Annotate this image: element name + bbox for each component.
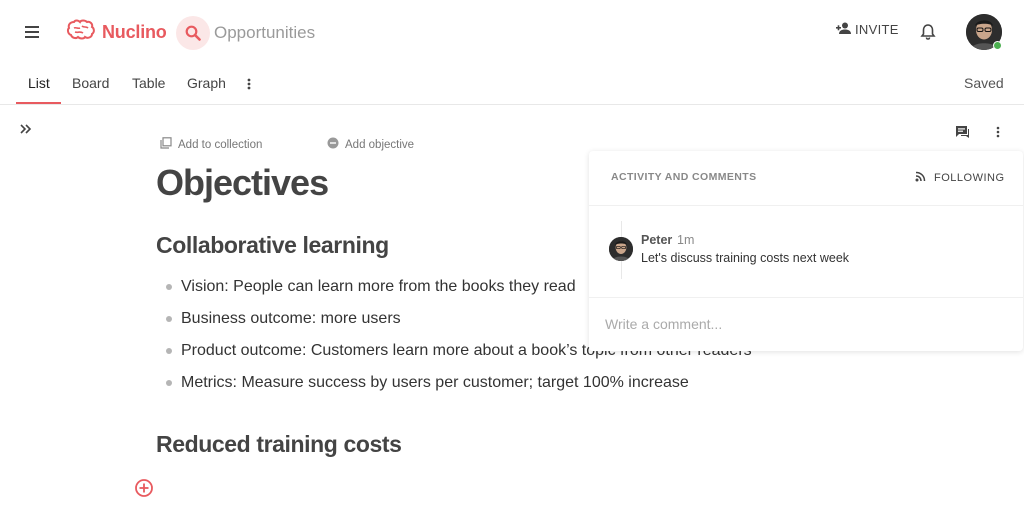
comment-author[interactable]: Peter bbox=[641, 233, 672, 247]
double-chevron-right-icon[interactable] bbox=[18, 121, 34, 137]
bullet-dot bbox=[166, 380, 172, 386]
hamburger-icon[interactable] bbox=[22, 22, 42, 42]
list-item[interactable]: Business outcome: more users bbox=[166, 310, 401, 328]
list-item-text: Vision: People can learn more from the b… bbox=[181, 278, 576, 295]
chat-icon[interactable] bbox=[954, 124, 970, 140]
divider bbox=[589, 297, 1023, 298]
online-status-dot bbox=[993, 41, 1002, 50]
bullet-dot bbox=[166, 348, 172, 354]
add-to-collection-button[interactable]: Add to collection bbox=[160, 137, 262, 152]
list-item[interactable]: Metrics: Measure success by users per cu… bbox=[166, 374, 689, 392]
vertical-dots-icon[interactable] bbox=[994, 124, 1002, 140]
comment-input[interactable] bbox=[605, 313, 1005, 335]
document-title[interactable]: Objectives bbox=[156, 162, 329, 204]
comments-panel-heading: ACTIVITY AND COMMENTS bbox=[611, 171, 757, 183]
comment-text: Let's discuss training costs next week bbox=[641, 251, 850, 265]
comments-panel: ACTIVITY AND COMMENTS FOLLOWING Peter 1m… bbox=[589, 151, 1023, 351]
bullet-dot bbox=[166, 284, 172, 290]
following-label: FOLLOWING bbox=[934, 172, 1005, 184]
divider bbox=[589, 205, 1023, 206]
tab-table[interactable]: Table bbox=[132, 75, 165, 91]
add-objective-button[interactable]: Add objective bbox=[327, 137, 414, 152]
bell-icon[interactable] bbox=[918, 22, 938, 42]
add-to-collection-label: Add to collection bbox=[178, 138, 263, 151]
view-tabs: List Board Table Graph Saved bbox=[0, 64, 1024, 105]
app-logo[interactable]: Nuclino bbox=[66, 18, 167, 47]
list-item-text: Metrics: Measure success by users per cu… bbox=[181, 374, 689, 391]
list-item[interactable]: Vision: People can learn more from the b… bbox=[166, 278, 576, 296]
add-objective-label: Add objective bbox=[345, 138, 415, 151]
avatar[interactable] bbox=[609, 237, 633, 261]
workspace-name[interactable]: Opportunities bbox=[214, 23, 315, 43]
person-add-icon bbox=[836, 22, 851, 37]
active-tab-indicator bbox=[16, 102, 61, 104]
list-item-text: Business outcome: more users bbox=[181, 310, 401, 327]
tab-board[interactable]: Board bbox=[72, 75, 109, 91]
vertical-dots-icon[interactable] bbox=[244, 76, 254, 92]
save-status: Saved bbox=[964, 75, 1004, 91]
search-bar[interactable]: Opportunities bbox=[176, 16, 315, 50]
invite-label: INVITE bbox=[855, 22, 899, 37]
top-bar: Nuclino Opportunities INVITE bbox=[0, 0, 1024, 64]
app-name: Nuclino bbox=[102, 22, 167, 42]
following-button[interactable]: FOLLOWING bbox=[915, 171, 1005, 185]
comment-timestamp: 1m bbox=[677, 233, 695, 247]
section-heading[interactable]: Reduced training costs bbox=[156, 431, 402, 458]
tab-list[interactable]: List bbox=[28, 75, 50, 91]
tab-graph[interactable]: Graph bbox=[187, 75, 226, 91]
circle-minus-icon bbox=[327, 137, 339, 152]
search-icon[interactable] bbox=[176, 16, 210, 50]
rss-icon bbox=[915, 171, 926, 185]
invite-button[interactable]: INVITE bbox=[836, 22, 899, 37]
section-heading[interactable]: Collaborative learning bbox=[156, 232, 389, 259]
copy-icon bbox=[160, 137, 172, 152]
plus-circle-icon[interactable] bbox=[134, 478, 154, 498]
brain-icon bbox=[66, 18, 96, 47]
bullet-dot bbox=[166, 316, 172, 322]
